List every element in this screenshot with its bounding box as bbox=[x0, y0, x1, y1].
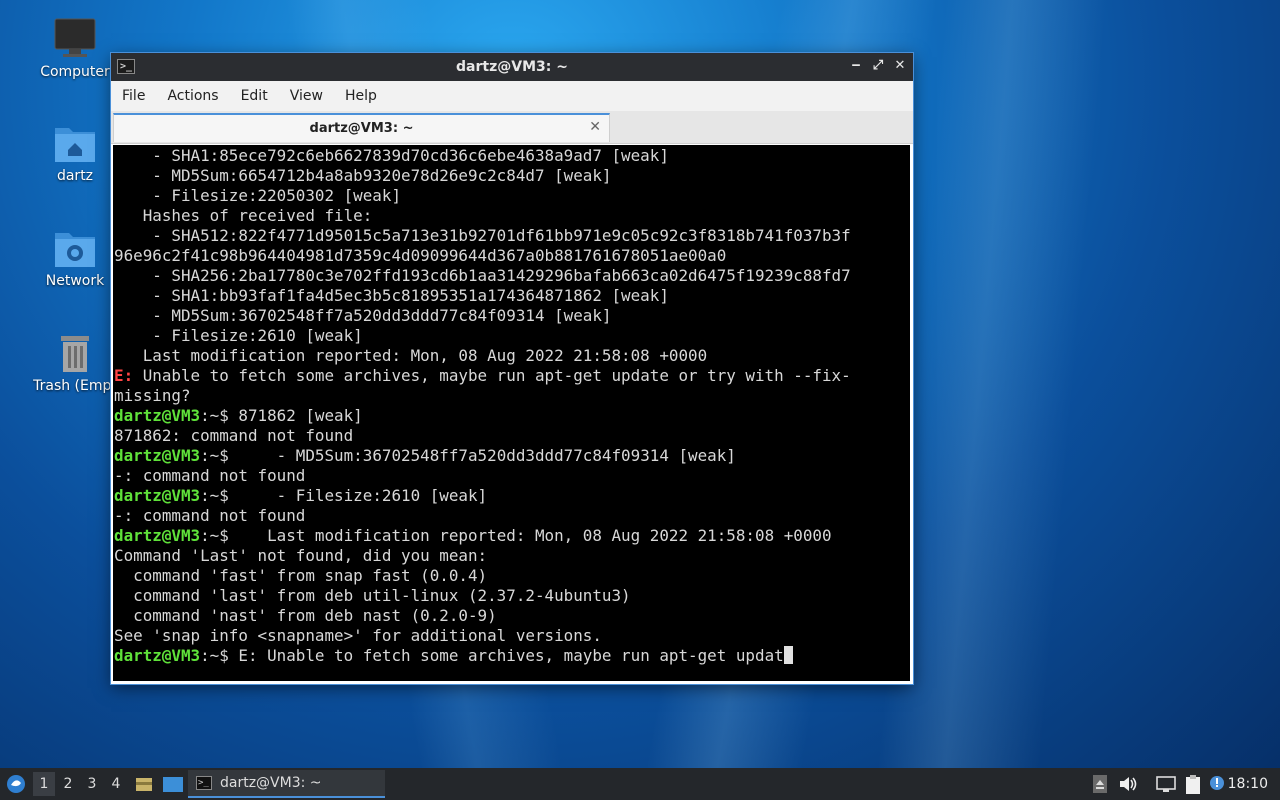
terminal-line: command 'fast' from snap fast (0.0.4) bbox=[114, 566, 488, 585]
network-status-icon[interactable] bbox=[1155, 774, 1177, 794]
command-text: - MD5Sum:36702548ff7a520dd3ddd77c84f0931… bbox=[228, 446, 736, 465]
terminal-line: dartz@VM3:~$ E: Unable to fetch some arc… bbox=[113, 646, 910, 666]
command-text: Last modification reported: Mon, 08 Aug … bbox=[228, 526, 832, 545]
workspace-2[interactable]: 2 bbox=[57, 776, 79, 792]
command-text: - Filesize:2610 [weak] bbox=[228, 486, 488, 505]
terminal-line: - MD5Sum:6654712b4a8ab9320e78d26e9c2c84d… bbox=[114, 166, 612, 185]
task-label: dartz@VM3: ~ bbox=[220, 775, 322, 791]
close-button[interactable]: ✕ bbox=[893, 58, 907, 73]
tab-close-icon[interactable]: ✕ bbox=[589, 119, 601, 135]
desktop-icon-label: dartz bbox=[56, 168, 94, 184]
menu-view[interactable]: View bbox=[279, 88, 334, 104]
desktop-icon-label: Trash (Empt bbox=[33, 378, 117, 394]
monitor-icon bbox=[54, 18, 96, 57]
terminal-line: Last modification reported: Mon, 08 Aug … bbox=[114, 346, 708, 365]
terminal-line: Command 'Last' not found, did you mean: bbox=[114, 546, 488, 565]
terminal-line: -: command not found bbox=[114, 466, 306, 485]
terminal-line: 871862: command not found bbox=[114, 426, 354, 445]
terminal-icon: >_ bbox=[196, 776, 212, 790]
command-text: 871862 [weak] bbox=[228, 406, 363, 425]
terminal-line: dartz@VM3:~$ - Filesize:2610 [weak] bbox=[113, 486, 910, 506]
tab-terminal[interactable]: dartz@VM3: ~ ✕ bbox=[113, 113, 610, 142]
workspace-1[interactable]: 1 bbox=[33, 772, 55, 796]
desktop-icon-label: Computer bbox=[40, 64, 110, 80]
text-cursor bbox=[783, 646, 793, 664]
terminal-line: Hashes of received file: bbox=[114, 206, 373, 225]
command-input[interactable]: E: Unable to fetch some archives, maybe … bbox=[229, 646, 783, 665]
show-desktop-icon[interactable] bbox=[162, 774, 184, 794]
workspace-4[interactable]: 4 bbox=[105, 776, 127, 792]
terminal-line: dartz@VM3:~$ Last modification reported:… bbox=[113, 526, 910, 546]
terminal-line: command 'last' from deb util-linux (2.37… bbox=[114, 586, 631, 605]
minimize-button[interactable]: ‒ bbox=[849, 58, 863, 73]
prompt-path: :~$ bbox=[200, 446, 229, 465]
menu-edit[interactable]: Edit bbox=[230, 88, 279, 104]
terminal-output[interactable]: - SHA1:85ece792c6eb6627839d70cd36c6ebe46… bbox=[113, 145, 910, 681]
workspace-3[interactable]: 3 bbox=[81, 776, 103, 792]
window-titlebar[interactable]: >_ dartz@VM3: ~ ‒ ⤢ ✕ bbox=[111, 53, 913, 81]
home-folder-icon bbox=[55, 128, 95, 162]
prompt-path: :~$ bbox=[200, 406, 229, 425]
terminal-line: - Filesize:2610 [weak] bbox=[114, 326, 363, 345]
menu-help[interactable]: Help bbox=[334, 88, 388, 104]
prompt-user: dartz@VM3 bbox=[114, 526, 201, 545]
trash-icon bbox=[61, 336, 89, 372]
prompt-path: :~$ bbox=[200, 486, 229, 505]
terminal-line: -: command not found bbox=[114, 506, 306, 525]
terminal-line: 96e96c2f41c98b964404981d7359c4d09099644d… bbox=[114, 246, 727, 265]
error-text: Unable to fetch some archives, maybe run… bbox=[133, 366, 851, 385]
terminal-line: - SHA512:822f4771d95015c5a713e31b92701df… bbox=[114, 226, 851, 245]
prompt-user: dartz@VM3 bbox=[114, 646, 201, 665]
volume-icon[interactable] bbox=[1118, 774, 1138, 794]
terminal-line: - SHA1:bb93faf1fa4d5ec3b5c81895351a17436… bbox=[114, 286, 669, 305]
prompt-path: :~$ bbox=[200, 526, 229, 545]
app-menu-icon[interactable] bbox=[6, 774, 26, 794]
terminal-line: - SHA1:85ece792c6eb6627839d70cd36c6ebe46… bbox=[114, 146, 669, 165]
terminal-window: >_ dartz@VM3: ~ ‒ ⤢ ✕ File Actions Edit … bbox=[111, 53, 913, 684]
network-folder-icon bbox=[55, 233, 95, 267]
terminal-line: missing? bbox=[114, 386, 191, 405]
desktop-icon-label: Network bbox=[45, 273, 105, 289]
error-prefix: E: bbox=[114, 366, 134, 385]
taskbar: 1 2 3 4 >_ dartz@VM3: ~ 18:10 bbox=[0, 768, 1280, 800]
tab-label: dartz@VM3: ~ bbox=[309, 121, 414, 136]
eject-icon[interactable] bbox=[1092, 774, 1108, 794]
prompt-user: dartz@VM3 bbox=[114, 406, 201, 425]
menu-actions[interactable]: Actions bbox=[156, 88, 229, 104]
tab-bar: dartz@VM3: ~ ✕ bbox=[111, 111, 913, 144]
window-title: dartz@VM3: ~ bbox=[456, 59, 568, 75]
menu-bar: File Actions Edit View Help bbox=[111, 81, 913, 111]
clipboard-icon[interactable] bbox=[1183, 774, 1203, 796]
terminal-line: - SHA256:2ba17780c3e702ffd193cd6b1aa3142… bbox=[114, 266, 851, 285]
terminal-line: See 'snap info <snapname>' for additiona… bbox=[114, 626, 602, 645]
file-manager-icon[interactable] bbox=[134, 774, 154, 794]
terminal-line: - Filesize:22050302 [weak] bbox=[114, 186, 402, 205]
prompt-path: :~$ bbox=[200, 646, 229, 665]
terminal-line: E: Unable to fetch some archives, maybe … bbox=[113, 366, 910, 386]
clock: 18:10 bbox=[1227, 776, 1268, 792]
taskbar-task-terminal[interactable]: >_ dartz@VM3: ~ bbox=[188, 770, 385, 798]
maximize-button[interactable]: ⤢ bbox=[871, 58, 885, 73]
terminal-line: command 'nast' from deb nast (0.2.0-9) bbox=[114, 606, 497, 625]
terminal-line: dartz@VM3:~$ - MD5Sum:36702548ff7a520dd3… bbox=[113, 446, 910, 466]
terminal-line: dartz@VM3:~$ 871862 [weak] bbox=[113, 406, 910, 426]
terminal-line: - MD5Sum:36702548ff7a520dd3ddd77c84f0931… bbox=[114, 306, 612, 325]
prompt-user: dartz@VM3 bbox=[114, 486, 201, 505]
terminal-icon: >_ bbox=[117, 59, 135, 74]
prompt-user: dartz@VM3 bbox=[114, 446, 201, 465]
menu-file[interactable]: File bbox=[111, 88, 156, 104]
